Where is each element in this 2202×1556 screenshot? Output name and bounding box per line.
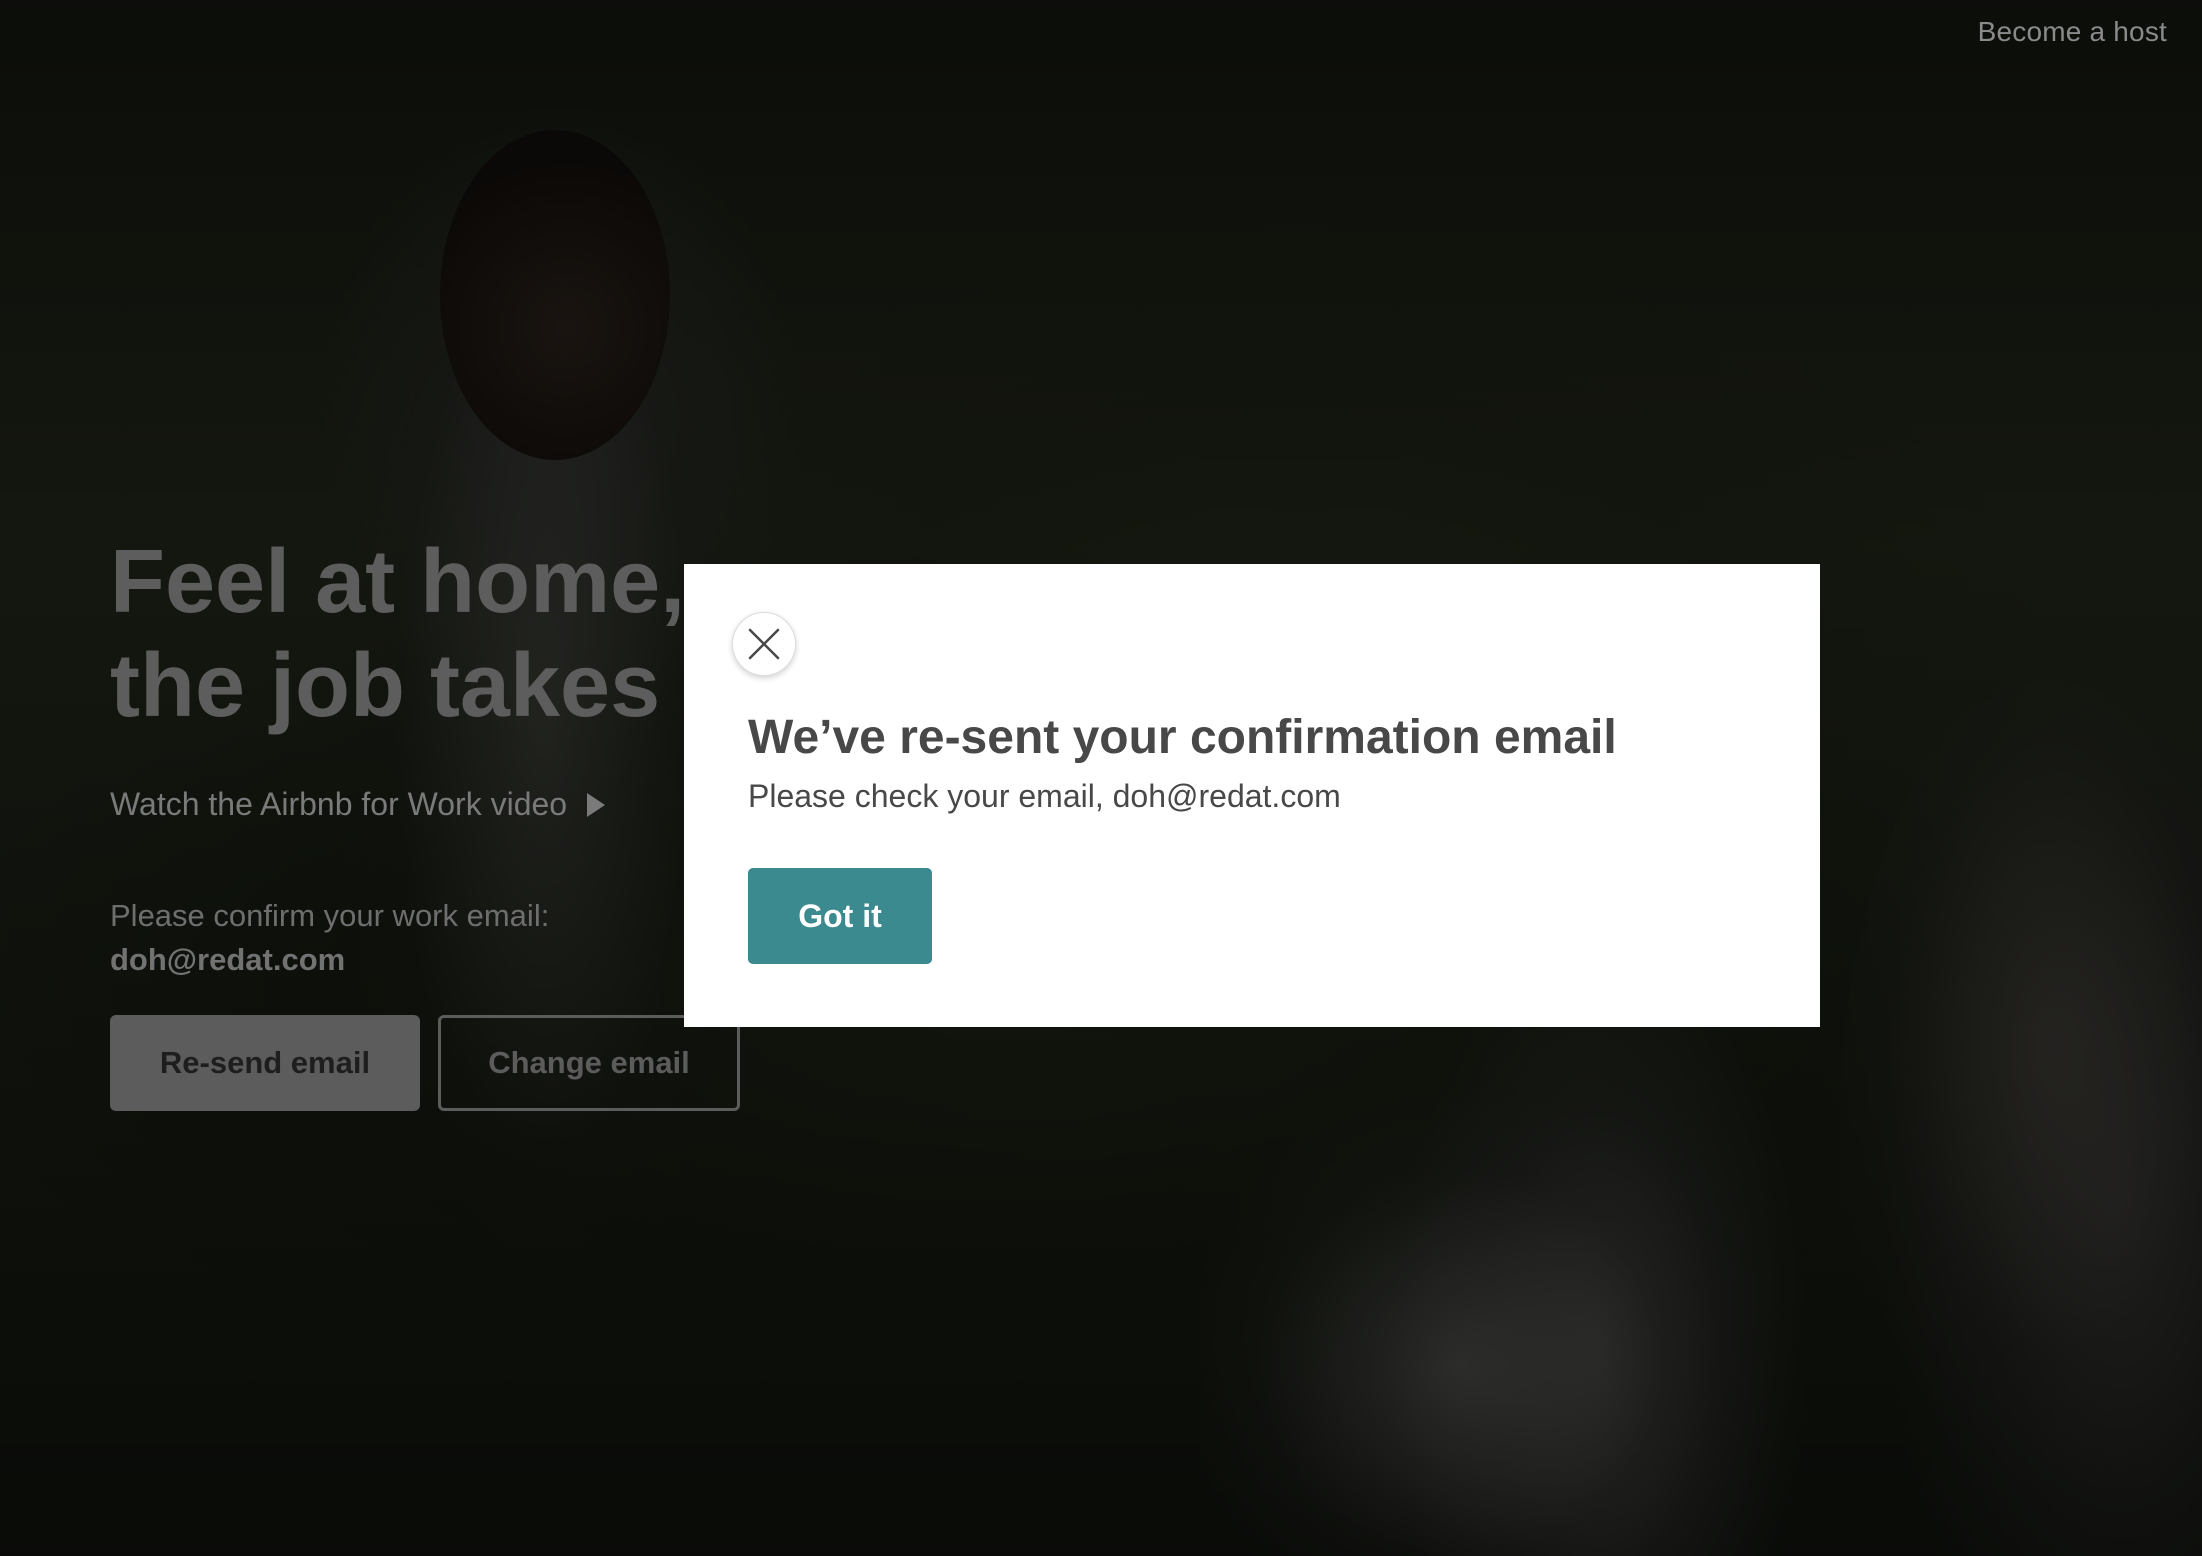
- hero-title-line-2: the job takes y: [110, 636, 736, 736]
- page: Become a host Feel at home, w the job ta…: [0, 0, 2202, 1556]
- confirm-email-prompt: Please confirm your work email: doh@reda…: [110, 894, 549, 982]
- play-icon: [587, 792, 606, 817]
- hero-title-line-1: Feel at home, w: [110, 532, 781, 632]
- confirmation-modal: We’ve re-sent your confirmation email Pl…: [684, 564, 1820, 1027]
- modal-title: We’ve re-sent your confirmation email: [748, 711, 1617, 764]
- hero-button-row: Re-send email Change email: [110, 1015, 740, 1111]
- watch-video-link[interactable]: Watch the Airbnb for Work video: [110, 786, 606, 823]
- got-it-button[interactable]: Got it: [748, 868, 932, 964]
- become-host-link[interactable]: Become a host: [1978, 16, 2167, 48]
- modal-subtitle: Please check your email, doh@redat.com: [748, 778, 1341, 814]
- close-icon: [748, 628, 780, 660]
- resend-email-button[interactable]: Re-send email: [110, 1015, 420, 1111]
- watch-video-label: Watch the Airbnb for Work video: [110, 786, 568, 822]
- confirm-email-value: doh@redat.com: [110, 942, 346, 977]
- change-email-button[interactable]: Change email: [438, 1015, 740, 1111]
- hero-title: Feel at home, w the job takes y: [110, 530, 780, 738]
- close-modal-button[interactable]: [732, 612, 796, 676]
- confirm-email-label: Please confirm your work email:: [110, 898, 550, 933]
